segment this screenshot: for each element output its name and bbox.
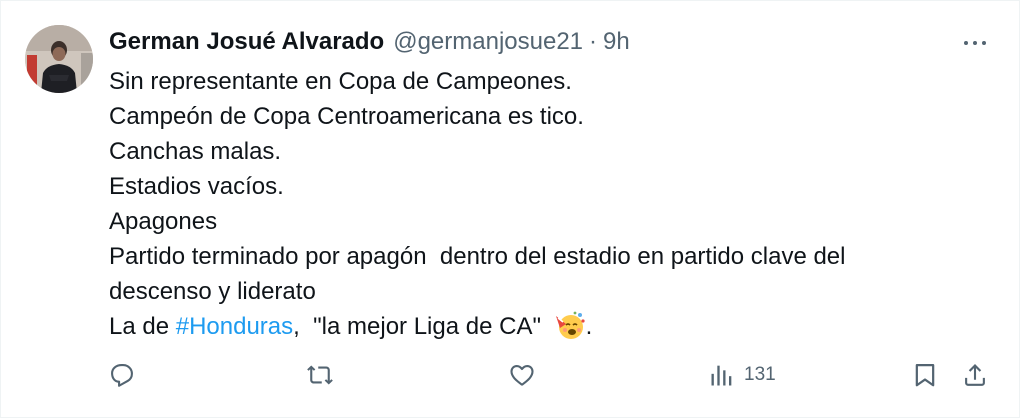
tweet-line: descenso y liderato: [109, 278, 316, 305]
face-with-party-horn-icon: [555, 311, 585, 339]
tweet-line: Estadios vacíos.: [109, 173, 284, 200]
action-bar: 131: [1, 353, 1020, 397]
like-button[interactable]: [508, 359, 536, 391]
views-button[interactable]: 131: [708, 359, 776, 391]
views-count: 131: [744, 364, 776, 385]
more-dot: [964, 41, 968, 45]
more-dot: [982, 41, 986, 45]
share-button[interactable]: [961, 359, 989, 391]
bookmark-button[interactable]: [911, 359, 939, 391]
bookmark-icon: [915, 363, 935, 387]
reply-icon: [111, 364, 133, 387]
tweet-line: Canchas malas.: [109, 138, 282, 165]
tweet-line: Campeón de Copa Centroamericana es tico.: [109, 103, 584, 130]
last-line-suffix: .: [585, 313, 593, 340]
retweet-button[interactable]: [306, 359, 334, 391]
hashtag-link[interactable]: #Honduras: [176, 313, 293, 340]
tweet-card[interactable]: German Josué Alvarado @germanjosue21 · 9…: [0, 0, 1020, 418]
avatar[interactable]: [25, 25, 93, 93]
tweet-text: Sin representante en Copa de Campeones. …: [109, 64, 989, 344]
avatar-photo: [25, 25, 93, 93]
more-dot: [973, 41, 977, 45]
tweet-line: Partido terminado por apagón dentro del …: [109, 243, 846, 270]
tweet-line-last: La de #Honduras, "la mejor Liga de CA" .: [109, 309, 989, 344]
author-handle[interactable]: @germanjosue21: [393, 27, 583, 57]
tweet-line: Sin representante en Copa de Campeones.: [109, 68, 572, 95]
author-name[interactable]: German Josué Alvarado: [109, 27, 384, 57]
timestamp[interactable]: 9h: [603, 27, 630, 57]
views-icon: [711, 365, 732, 386]
tweet-header: German Josué Alvarado @germanjosue21 · 9…: [109, 27, 630, 57]
share-icon: [965, 364, 985, 386]
more-options-button[interactable]: [957, 31, 993, 55]
like-icon: [510, 364, 534, 386]
last-line-prefix: La de: [109, 313, 176, 340]
reply-button[interactable]: [108, 359, 136, 391]
retweet-icon: [307, 365, 333, 385]
tweet-line: Apagones: [109, 208, 218, 235]
separator-dot: ·: [589, 28, 598, 55]
last-line-middle: , "la mejor Liga de CA": [293, 313, 548, 340]
